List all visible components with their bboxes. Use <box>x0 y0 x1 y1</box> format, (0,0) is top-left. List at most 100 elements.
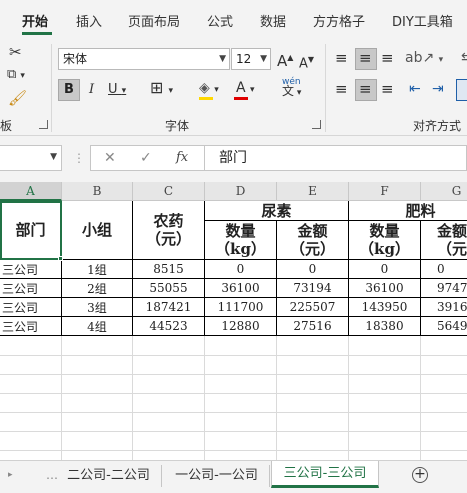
column-header-f[interactable]: F <box>349 182 421 201</box>
format-painter-icon[interactable]: 🖌 <box>8 90 27 106</box>
table-cell-fert-qty[interactable]: 0 <box>349 260 421 279</box>
column-header-e[interactable]: E <box>277 182 349 201</box>
table-cell-dept[interactable]: 三公司 <box>0 260 62 279</box>
increase-font-icon[interactable]: A▲ <box>277 50 293 69</box>
table-cell-urea-qty[interactable]: 0 <box>205 260 277 279</box>
table-cell-fert-qty[interactable]: 143950 <box>349 298 421 317</box>
sheet-tab-2[interactable]: 二公司-二公司 <box>56 465 162 487</box>
table-cell-urea-qty[interactable]: 111700 <box>205 298 277 317</box>
bold-button[interactable]: B <box>58 79 80 101</box>
header-cell-fert-qty[interactable]: 数量 （kg） <box>349 221 421 260</box>
gridline <box>0 431 467 432</box>
merge-center-button[interactable] <box>456 79 467 101</box>
table-cell-dept[interactable]: 三公司 <box>0 298 62 317</box>
font-launcher-icon[interactable] <box>312 120 321 129</box>
table-cell-group[interactable]: 2组 <box>62 279 133 298</box>
table-cell-urea-qty[interactable]: 12880 <box>205 317 277 336</box>
increase-indent-icon[interactable]: ⇥ <box>432 81 444 97</box>
tab-data[interactable]: 数据 <box>260 11 286 30</box>
table-cell-urea-amt[interactable]: 27516 <box>277 317 349 336</box>
table-cell-fert-amt[interactable]: 0 <box>421 260 467 279</box>
tab-formulas[interactable]: 公式 <box>207 11 233 30</box>
table-cell-dept[interactable]: 三公司 <box>0 279 62 298</box>
orientation-icon[interactable]: ab↗ ▾ <box>405 50 443 68</box>
tab-home[interactable]: 开始 <box>22 11 48 30</box>
table-cell-group[interactable]: 4组 <box>62 317 133 336</box>
align-bottom-icon[interactable]: ≡ <box>381 50 394 66</box>
cancel-icon[interactable]: ✕ <box>104 150 116 166</box>
table-cell-pesticide[interactable]: 187421 <box>133 298 205 317</box>
column-header-d[interactable]: D <box>205 182 277 201</box>
table-cell-fert-amt[interactable]: 5649 <box>421 317 467 336</box>
column-header-c[interactable]: C <box>133 182 205 201</box>
fill-color-icon[interactable]: ◈ ▾ <box>199 80 219 98</box>
table-cell-group[interactable]: 1组 <box>62 260 133 279</box>
table-cell-pesticide[interactable]: 55055 <box>133 279 205 298</box>
sheet-tab-3[interactable]: 三公司-三公司 <box>271 461 379 488</box>
font-size-box[interactable]: 12 ▼ <box>231 48 271 70</box>
table-cell-urea-amt[interactable]: 0 <box>277 260 349 279</box>
table-cell-fert-qty[interactable]: 36100 <box>349 279 421 298</box>
tab-page-layout[interactable]: 页面布局 <box>128 11 180 30</box>
tab-insert[interactable]: 插入 <box>76 11 102 30</box>
wrap-text-icon[interactable]: ⇆ <box>461 50 467 66</box>
header-cell-pesticide[interactable]: 农药 （元） <box>133 201 205 260</box>
cut-icon[interactable]: ✂ <box>9 44 22 60</box>
ribbon-tab-bar: 开始 插入 页面布局 公式 数据 方方格子 DIY工具箱 <box>0 0 467 38</box>
decrease-indent-icon[interactable]: ⇤ <box>409 81 421 97</box>
header-cell-fertilizer[interactable]: 肥料 <box>349 201 467 221</box>
formula-buttons: ✕ ✓ fx <box>90 145 205 171</box>
gridline <box>0 412 467 413</box>
add-sheet-icon[interactable]: + <box>412 467 428 483</box>
header-cell-urea[interactable]: 尿素 <box>205 201 349 221</box>
gridline <box>61 336 62 460</box>
align-top-icon[interactable]: ≡ <box>335 50 348 66</box>
table-cell-dept[interactable]: 三公司 <box>0 317 62 336</box>
table-cell-urea-amt[interactable]: 225507 <box>277 298 349 317</box>
phonetic-guide-icon[interactable]: wén 文 ▾ <box>282 78 301 98</box>
table-cell-fert-qty[interactable]: 18380 <box>349 317 421 336</box>
alignment-group-label: 对齐方式 <box>413 119 462 133</box>
font-color-icon[interactable]: A ▾ <box>236 80 255 98</box>
insert-function-icon[interactable]: fx <box>176 150 188 166</box>
drag-handle-icon[interactable]: ⋮ <box>73 150 85 166</box>
table-cell-group[interactable]: 3组 <box>62 298 133 317</box>
gridline <box>420 336 421 460</box>
tab-diy-toolbox[interactable]: DIY工具箱 <box>392 11 453 30</box>
scroll-tabs-icon[interactable]: ▸ <box>8 467 13 483</box>
fill-handle[interactable] <box>58 256 63 261</box>
tab-fangfang-grid[interactable]: 方方格子 <box>313 11 365 30</box>
align-right-icon[interactable]: ≡ <box>381 81 394 97</box>
gridline <box>348 336 349 460</box>
border-icon[interactable]: ⊞ ▾ <box>150 80 173 99</box>
align-middle-icon: ≡ <box>359 49 372 67</box>
table-cell-urea-amt[interactable]: 73194 <box>277 279 349 298</box>
worksheet-grid[interactable]: A B C D E F G 部门 小组 农药 （元） 尿素 肥料 数量 （kg）… <box>0 182 467 460</box>
table-cell-pesticide[interactable]: 44523 <box>133 317 205 336</box>
header-cell-urea-amount[interactable]: 金额 （元） <box>277 221 349 260</box>
header-cell-urea-qty[interactable]: 数量 （kg） <box>205 221 277 260</box>
align-left-icon[interactable]: ≡ <box>335 81 348 97</box>
copy-icon[interactable]: ⧉ ▾ <box>7 67 25 84</box>
sheet-tab-1[interactable]: 一公司-一公司 <box>164 465 270 487</box>
table-cell-urea-qty[interactable]: 36100 <box>205 279 277 298</box>
table-cell-pesticide[interactable]: 8515 <box>133 260 205 279</box>
table-cell-fert-amt[interactable]: 9747 <box>421 279 467 298</box>
header-cell-group[interactable]: 小组 <box>62 201 133 260</box>
font-size-value: 12 <box>236 52 252 66</box>
header-cell-fert-amount[interactable]: 金额 （元 <box>421 221 467 260</box>
enter-icon[interactable]: ✓ <box>140 150 152 166</box>
column-header-b[interactable]: B <box>62 182 133 201</box>
table-cell-fert-amt[interactable]: 39167 <box>421 298 467 317</box>
column-header-a[interactable]: A <box>0 182 62 201</box>
font-name-box[interactable]: 宋体 ▼ <box>58 48 230 70</box>
gridline <box>0 450 467 451</box>
decrease-font-icon[interactable]: A▼ <box>299 52 314 72</box>
italic-button[interactable]: I <box>89 82 94 98</box>
name-box[interactable]: ▼ <box>0 145 62 171</box>
clipboard-launcher-icon[interactable] <box>39 120 48 129</box>
underline-button[interactable]: U ▾ <box>108 82 126 99</box>
formula-input[interactable]: 部门 <box>205 145 467 171</box>
header-text: 数量 <box>225 222 256 240</box>
column-header-g[interactable]: G <box>421 182 467 201</box>
